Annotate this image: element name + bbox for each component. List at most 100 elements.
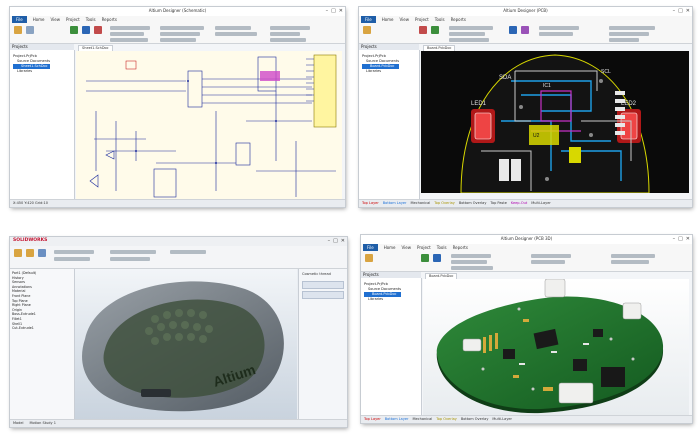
- part-icon[interactable]: [94, 26, 102, 34]
- close-icon[interactable]: ✕: [341, 238, 345, 244]
- bus-icon[interactable]: [82, 26, 90, 34]
- tab-file[interactable]: File: [361, 16, 376, 23]
- paste-icon[interactable]: [363, 26, 371, 34]
- tab-file[interactable]: File: [363, 244, 378, 251]
- status-bar: X:450 Y:420 Grid:10: [10, 199, 345, 207]
- layer-tab[interactable]: Multi-Layer: [531, 200, 551, 207]
- solidworks-logo: SOLIDWORKS: [13, 238, 48, 243]
- tab-view[interactable]: View: [51, 17, 61, 22]
- tab-model[interactable]: Model: [13, 420, 24, 427]
- layer-tab[interactable]: Bottom Layer: [385, 416, 409, 423]
- schematic-canvas[interactable]: [76, 51, 342, 199]
- revolve-icon[interactable]: [26, 249, 34, 257]
- layer-tab[interactable]: Top Layer: [362, 200, 379, 207]
- label-scl: SCL: [601, 69, 611, 75]
- window-title: Altium Designer (Schematic): [148, 8, 207, 13]
- label-led1: LED1: [471, 101, 487, 107]
- projects-pane: Project.PrjPcb Source Documents Board.Pc…: [359, 50, 420, 200]
- tab-project[interactable]: Project: [66, 17, 80, 22]
- pcb3d-window: Altium Designer (PCB 3D) – □ ✕ File Home V…: [361, 235, 692, 423]
- feature-item[interactable]: Part1 (Default): [12, 271, 36, 276]
- minimize-icon[interactable]: –: [326, 8, 329, 14]
- pcb-canvas[interactable]: LED1 LED2 IC1 U2 SDA SCL: [421, 51, 689, 193]
- tree-item-libraries[interactable]: Libraries: [364, 297, 401, 302]
- sweep-icon[interactable]: [38, 249, 46, 257]
- tab-reports[interactable]: Reports: [451, 17, 466, 22]
- tab-tools[interactable]: Tools: [437, 245, 447, 250]
- layer-tab[interactable]: Top Overlay: [434, 200, 455, 207]
- via-icon[interactable]: [431, 26, 439, 34]
- layer-tab[interactable]: Keep-Out: [511, 200, 527, 207]
- pcb3d-canvas[interactable]: [423, 279, 689, 416]
- tab-view[interactable]: View: [400, 17, 410, 22]
- project-tree: Project.PrjPcb Source Documents Board.Pc…: [362, 54, 400, 74]
- schematic-window: Altium Designer (Schematic) – □ ✕ File Hom…: [10, 7, 345, 207]
- tab-home[interactable]: Home: [33, 17, 45, 22]
- label-u2: U2: [533, 133, 540, 139]
- close-icon[interactable]: ✕: [686, 236, 690, 242]
- solidworks-viewport[interactable]: Altium: [75, 269, 297, 419]
- layer-tab[interactable]: Top Layer: [364, 416, 381, 423]
- route-icon[interactable]: [419, 26, 427, 34]
- layer-tab[interactable]: Bottom Overlay: [459, 200, 487, 207]
- close-icon[interactable]: ✕: [686, 8, 690, 14]
- tab-reports[interactable]: Reports: [453, 245, 468, 250]
- tab-file[interactable]: File: [12, 16, 27, 23]
- layer-tab[interactable]: Mechanical: [411, 200, 431, 207]
- component-icon[interactable]: [521, 26, 529, 34]
- window-title: Altium Designer (PCB 3D): [500, 236, 553, 241]
- minimize-icon[interactable]: –: [328, 238, 331, 244]
- tab-tools[interactable]: Tools: [435, 17, 445, 22]
- property-manager-header: Cosmetic thread: [302, 272, 331, 276]
- tab-project[interactable]: Project: [417, 245, 431, 250]
- view3d-icon[interactable]: [421, 254, 429, 262]
- polygon-icon[interactable]: [509, 26, 517, 34]
- projects-pane: Project.PrjPcb Source Documents Board.Pc…: [361, 278, 422, 416]
- close-icon[interactable]: ✕: [339, 8, 343, 14]
- feature-item[interactable]: Cut-Extrude1: [12, 326, 36, 331]
- feature-tree: Part1 (Default) History Sensors Annotati…: [10, 269, 75, 419]
- component-icon[interactable]: [433, 254, 441, 262]
- minimize-icon[interactable]: –: [673, 236, 676, 242]
- property-field[interactable]: [302, 281, 344, 289]
- ribbon-toolbar: [359, 23, 692, 44]
- tab-project[interactable]: Project: [415, 17, 429, 22]
- layer-tab[interactable]: Mechanical: [413, 416, 433, 423]
- paste-icon[interactable]: [365, 254, 373, 262]
- tab-view[interactable]: View: [402, 245, 412, 250]
- layer-tab[interactable]: Bottom Overlay: [461, 416, 489, 423]
- cut-icon[interactable]: [26, 26, 34, 34]
- projects-pane: Project.PrjPcb Source Documents Sheet1.S…: [10, 50, 75, 200]
- solidworks-window: SOLIDWORKS – □ ✕ Part1 (Default) History S…: [10, 237, 347, 427]
- paste-icon[interactable]: [14, 26, 22, 34]
- label-sda: SDA: [499, 75, 511, 81]
- wire-icon[interactable]: [70, 26, 78, 34]
- tab-tools[interactable]: Tools: [86, 17, 96, 22]
- extrude-icon[interactable]: [14, 249, 22, 257]
- window-title: Altium Designer (PCB): [503, 8, 548, 13]
- layer-tab[interactable]: Top Paste: [490, 200, 506, 207]
- tree-item-libraries[interactable]: Libraries: [13, 69, 50, 74]
- layer-tabs-bar: Top Layer Bottom Layer Mechanical Top Ov…: [359, 199, 692, 207]
- bottom-tabs: Model Motion Study 1: [10, 419, 347, 427]
- maximize-icon[interactable]: □: [678, 236, 683, 242]
- layer-tab[interactable]: Bottom Layer: [383, 200, 407, 207]
- tree-item-libraries[interactable]: Libraries: [362, 69, 399, 74]
- layer-tab[interactable]: Top Overlay: [436, 416, 457, 423]
- minimize-icon[interactable]: –: [673, 8, 676, 14]
- layer-tabs-bar: Top Layer Bottom Layer Mechanical Top Ov…: [361, 415, 692, 423]
- tab-home[interactable]: Home: [382, 17, 394, 22]
- layer-tab[interactable]: Multi-Layer: [492, 416, 512, 423]
- property-field[interactable]: [302, 291, 344, 299]
- ribbon-toolbar: [361, 251, 692, 272]
- ribbon-toolbar: [10, 23, 345, 44]
- command-manager: [10, 246, 347, 269]
- tab-motion-study[interactable]: Motion Study 1: [30, 420, 56, 427]
- tab-reports[interactable]: Reports: [102, 17, 117, 22]
- project-tree: Project.PrjPcb Source Documents Board.Pc…: [364, 282, 402, 302]
- maximize-icon[interactable]: □: [333, 238, 338, 244]
- maximize-icon[interactable]: □: [678, 8, 683, 14]
- label-ic1: IC1: [543, 83, 551, 89]
- maximize-icon[interactable]: □: [331, 8, 336, 14]
- tab-home[interactable]: Home: [384, 245, 396, 250]
